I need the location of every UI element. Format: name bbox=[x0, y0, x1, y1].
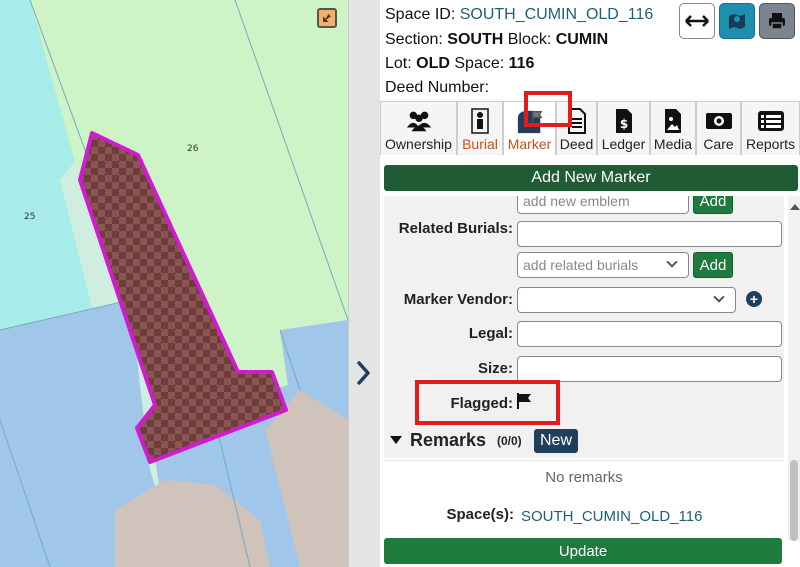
chevron-down-icon bbox=[713, 291, 725, 303]
remarks-header[interactable]: Remarks (0/0) New bbox=[384, 424, 784, 458]
space-value: 116 bbox=[508, 55, 535, 72]
tab-care[interactable]: Care bbox=[696, 101, 741, 155]
spaces-value[interactable]: SOUTH_CUMIN_OLD_116 bbox=[521, 508, 702, 525]
tab-burial[interactable]: Burial bbox=[457, 101, 503, 155]
update-button[interactable]: Update bbox=[384, 538, 782, 564]
space-id-label: Space ID: bbox=[385, 6, 456, 23]
map-view[interactable]: 26 25 bbox=[0, 0, 348, 567]
spaces-row: Space(s): SOUTH_CUMIN_OLD_116 bbox=[384, 494, 784, 538]
panel-divider bbox=[348, 0, 380, 567]
list-icon bbox=[757, 108, 785, 134]
related-burials-field[interactable] bbox=[517, 221, 782, 247]
select-placeholder: add related burials bbox=[523, 257, 639, 273]
map-button[interactable] bbox=[719, 3, 755, 39]
tab-label: Care bbox=[703, 136, 734, 152]
invoice-dollar-icon: $ bbox=[610, 108, 638, 134]
print-button[interactable] bbox=[759, 3, 795, 39]
no-remarks-text: No remarks bbox=[384, 460, 784, 494]
lot-label: 26 bbox=[187, 144, 199, 154]
person-icon bbox=[466, 108, 494, 134]
tab-ledger[interactable]: $ Ledger bbox=[597, 101, 650, 155]
scroll-up-arrow-icon[interactable] bbox=[790, 204, 800, 210]
emblem-input[interactable]: add new emblem bbox=[517, 196, 689, 214]
scrollbar-thumb[interactable] bbox=[790, 460, 798, 541]
marker-vendor-label: Marker Vendor: bbox=[403, 291, 513, 308]
tab-label: Deed bbox=[559, 136, 594, 152]
resize-button[interactable] bbox=[679, 3, 715, 39]
collapse-arrows-icon[interactable] bbox=[317, 8, 337, 28]
chevron-right-icon[interactable] bbox=[354, 356, 374, 390]
block-label: Block: bbox=[507, 31, 552, 48]
block-value: CUMIN bbox=[555, 31, 609, 48]
new-remark-button[interactable]: New bbox=[534, 429, 578, 453]
deed-number-label: Deed Number: bbox=[385, 79, 490, 96]
details-panel: Space ID: SOUTH_CUMIN_OLD_116 Section: S… bbox=[380, 0, 800, 567]
tab-label: Marker bbox=[507, 136, 552, 152]
tab-ownership[interactable]: Ownership bbox=[380, 101, 457, 155]
remarks-count: (0/0) bbox=[497, 434, 522, 448]
svg-text:$: $ bbox=[619, 117, 627, 131]
remarks-title: Remarks bbox=[410, 430, 487, 450]
map-canvas[interactable] bbox=[0, 0, 348, 567]
related-burials-label: Related Burials: bbox=[398, 220, 513, 237]
image-icon bbox=[659, 108, 687, 134]
space-label: Space: bbox=[454, 55, 505, 72]
space-id-line: Space ID: SOUTH_CUMIN_OLD_116 bbox=[385, 6, 653, 24]
add-new-marker-button[interactable]: Add New Marker bbox=[384, 165, 798, 191]
space-id-value: SOUTH_CUMIN_OLD_116 bbox=[459, 6, 654, 23]
lot-label: Lot: bbox=[385, 55, 412, 72]
related-burials-select[interactable]: add related burials bbox=[517, 252, 689, 278]
chevron-down-icon bbox=[666, 256, 678, 268]
tab-label: Reports bbox=[745, 136, 796, 152]
legal-label: Legal: bbox=[468, 325, 513, 342]
lot-space-line: Lot: OLD Space: 116 bbox=[385, 55, 534, 73]
lot-value: OLD bbox=[416, 55, 450, 72]
map-icon bbox=[729, 14, 745, 29]
tab-label: Media bbox=[653, 136, 693, 152]
print-icon bbox=[769, 13, 785, 30]
marker-vendor-select[interactable] bbox=[517, 287, 736, 313]
size-label: Size: bbox=[477, 360, 513, 377]
tab-label: Burial bbox=[462, 136, 498, 152]
section-value: SOUTH bbox=[447, 31, 504, 48]
tab-media[interactable]: Media bbox=[650, 101, 696, 155]
add-emblem-button[interactable]: Add bbox=[693, 196, 733, 214]
resize-horizontal-icon bbox=[685, 15, 709, 27]
add-vendor-icon[interactable]: + bbox=[746, 291, 762, 307]
highlight-box bbox=[415, 380, 560, 425]
spaces-label: Space(s): bbox=[446, 506, 514, 523]
size-field[interactable] bbox=[517, 356, 782, 382]
tab-bar: Ownership Burial Marker Deed $ Ledger Me… bbox=[380, 101, 800, 155]
tab-reports[interactable]: Reports bbox=[741, 101, 800, 155]
legal-field[interactable] bbox=[517, 321, 782, 347]
section-label: Section: bbox=[385, 31, 443, 48]
section-block-line: Section: SOUTH Block: CUMIN bbox=[385, 31, 608, 49]
caret-down-icon[interactable] bbox=[390, 436, 402, 444]
tab-label: Ownership bbox=[385, 136, 452, 152]
tab-label: Ledger bbox=[601, 136, 646, 152]
lot-label: 25 bbox=[24, 212, 36, 222]
people-icon bbox=[405, 108, 433, 134]
highlight-box bbox=[524, 91, 572, 127]
money-icon bbox=[705, 108, 733, 134]
add-related-burial-button[interactable]: Add bbox=[693, 252, 733, 278]
